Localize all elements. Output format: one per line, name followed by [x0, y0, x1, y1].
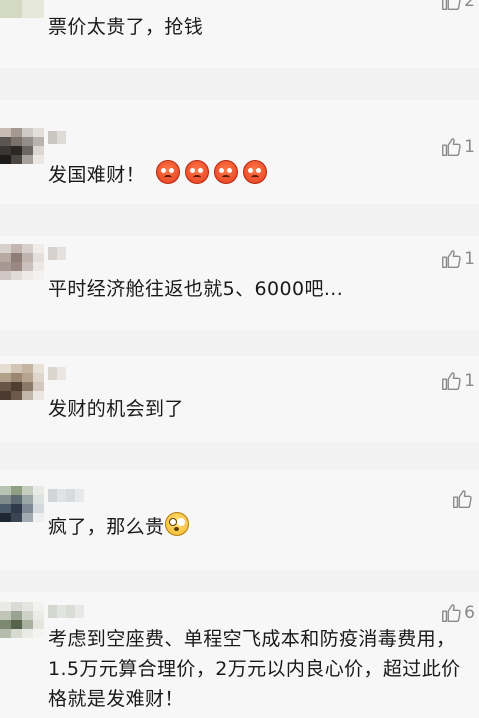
- comment-card: 疯了，那么贵: [0, 470, 479, 570]
- angry-face-icon: [156, 160, 181, 184]
- like-button[interactable]: 2: [440, 0, 475, 12]
- like-button[interactable]: 1: [440, 136, 475, 158]
- comment-text: 考虑到空座费、单程空飞成本和防疫消毒费用，1.5万元算合理价，2万元以内良心价，…: [48, 628, 461, 710]
- like-count: 2: [464, 0, 475, 11]
- comment-card: 1 平时经济舱往返也就5、6000吧...: [0, 236, 479, 330]
- like-count: 1: [464, 249, 475, 269]
- avatar[interactable]: [0, 486, 44, 522]
- thumbs-up-icon: [453, 490, 472, 508]
- username-blurred[interactable]: [48, 488, 84, 502]
- comment-feed: 2 票价太贵了，抢钱 1 发国难财！ 1 平时经济舱往返也就5、6000吧...…: [0, 0, 479, 718]
- avatar[interactable]: [0, 364, 44, 400]
- comment-text: 发国难财！: [48, 160, 447, 190]
- thumbs-up-icon: [442, 604, 461, 622]
- like-count: 6: [464, 603, 475, 623]
- like-button[interactable]: 1: [440, 370, 475, 392]
- thumbs-up-icon: [442, 138, 461, 156]
- comment-card: 6 考虑到空座费、单程空飞成本和防疫消毒费用，1.5万元算合理价，2万元以内良心…: [0, 592, 479, 718]
- username-blurred[interactable]: [48, 130, 66, 144]
- comment-text-content: 发国难财！: [48, 164, 146, 186]
- comment-text: 疯了，那么贵: [48, 512, 447, 542]
- like-button[interactable]: 6: [440, 602, 475, 624]
- comment-text-content: 疯了，那么贵: [48, 516, 165, 538]
- username-blurred[interactable]: [48, 604, 84, 618]
- like-button[interactable]: [451, 488, 475, 510]
- comment-card: 1 发国难财！: [0, 100, 479, 204]
- avatar[interactable]: [0, 244, 44, 280]
- avatar[interactable]: [0, 128, 44, 164]
- comment-card: 2 票价太贵了，抢钱: [0, 0, 479, 68]
- like-count: 1: [464, 137, 475, 157]
- username-blurred[interactable]: [48, 366, 66, 380]
- avatar[interactable]: [0, 602, 44, 638]
- thumbs-up-icon: [442, 250, 461, 268]
- avatar[interactable]: [0, 0, 44, 18]
- shocked-face-icon: [165, 512, 190, 536]
- thumbs-up-icon: [442, 372, 461, 390]
- thumbs-up-icon: [442, 0, 461, 10]
- comment-card: 1 发财的机会到了: [0, 356, 479, 442]
- angry-face-icon: [243, 160, 268, 184]
- angry-face-icon: [214, 160, 239, 184]
- comment-text: 平时经济舱往返也就5、6000吧...: [48, 278, 344, 300]
- username-blurred[interactable]: [48, 246, 66, 260]
- like-count: 1: [464, 371, 475, 391]
- comment-text: 票价太贵了，抢钱: [48, 16, 204, 38]
- comment-text: 发财的机会到了: [48, 398, 184, 420]
- angry-face-icon: [185, 160, 210, 184]
- like-button[interactable]: 1: [440, 248, 475, 270]
